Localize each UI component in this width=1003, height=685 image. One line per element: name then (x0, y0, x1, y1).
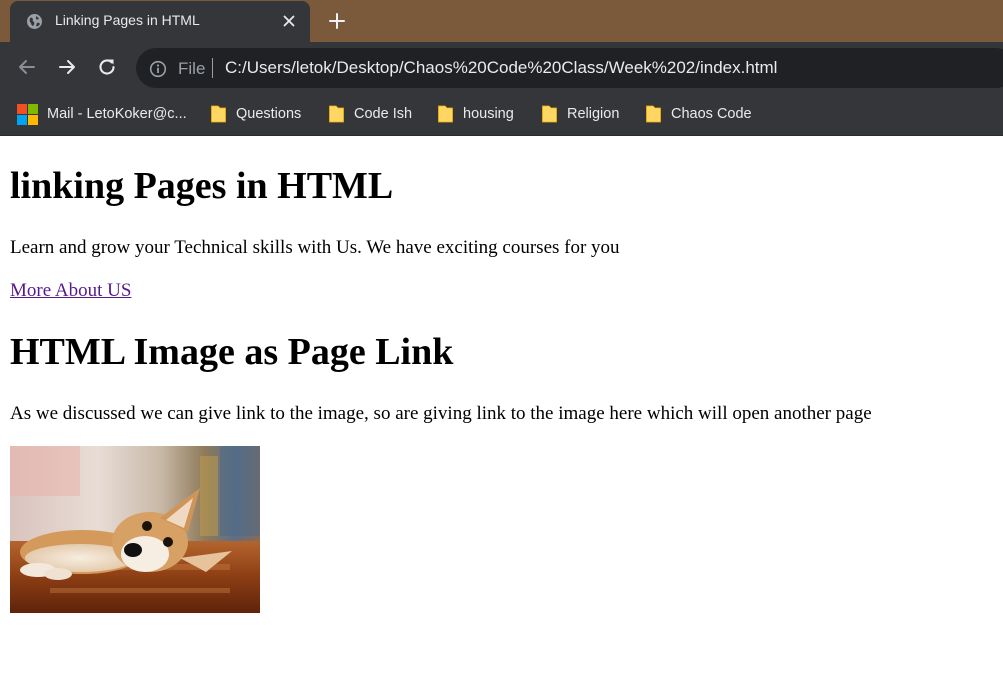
folder-icon (542, 105, 557, 123)
scheme-separator (212, 58, 213, 78)
reload-icon[interactable] (96, 56, 118, 78)
bookmark-label: Chaos Code (671, 106, 752, 122)
folder-icon (329, 105, 344, 123)
page-heading: linking Pages in HTML (10, 165, 394, 207)
back-icon[interactable] (16, 56, 38, 78)
new-tab-icon[interactable] (327, 11, 347, 31)
browser-window: Linking Pages in HTML File C:/Users/leto… (0, 0, 1003, 685)
address-bar[interactable]: File C:/Users/letok/Desktop/Chaos%20Code… (136, 48, 1003, 88)
microsoft-icon (17, 103, 38, 125)
page-content: linking Pages in HTML Learn and grow you… (0, 136, 1003, 685)
globe-icon (26, 13, 43, 30)
url-scheme: File (178, 59, 206, 78)
bookmark-label: Questions (236, 106, 302, 122)
bookmark-folder-questions[interactable]: Questions (210, 103, 301, 125)
tab-title: Linking Pages in HTML (55, 12, 200, 28)
folder-icon (211, 105, 226, 123)
bookmark-folder-housing[interactable]: housing (437, 103, 514, 125)
bookmark-folder-chaos-code[interactable]: Chaos Code (645, 103, 752, 125)
bookmarks-bar: Mail - LetoKoker@c... Questions Code Ish… (0, 92, 1003, 136)
dog-image-link[interactable] (10, 446, 260, 613)
bookmark-label: Religion (567, 106, 620, 122)
info-icon[interactable] (149, 60, 167, 78)
tab-strip: Linking Pages in HTML (0, 0, 1003, 42)
url-text[interactable]: C:/Users/letok/Desktop/Chaos%20Code%20Cl… (225, 58, 777, 78)
toolbar: File C:/Users/letok/Desktop/Chaos%20Code… (0, 42, 1003, 92)
bookmark-mail[interactable]: Mail - LetoKoker@c... (17, 103, 187, 125)
intro-paragraph: Learn and grow your Technical skills wit… (10, 237, 620, 258)
bookmark-folder-code-ish[interactable]: Code Ish (328, 103, 412, 125)
active-tab[interactable]: Linking Pages in HTML (10, 1, 310, 42)
image-link-heading: HTML Image as Page Link (10, 331, 454, 373)
bookmark-label: Code Ish (354, 106, 413, 122)
folder-icon (646, 105, 661, 123)
bookmark-folder-religion[interactable]: Religion (541, 103, 619, 125)
bookmark-label: housing (463, 106, 514, 122)
more-about-us-link[interactable]: More About US (10, 280, 131, 302)
close-tab-icon[interactable] (280, 12, 298, 30)
bookmark-label: Mail - LetoKoker@c... (47, 106, 187, 122)
image-link-paragraph: As we discussed we can give link to the … (10, 403, 872, 424)
folder-icon (438, 105, 453, 123)
forward-icon[interactable] (56, 56, 78, 78)
